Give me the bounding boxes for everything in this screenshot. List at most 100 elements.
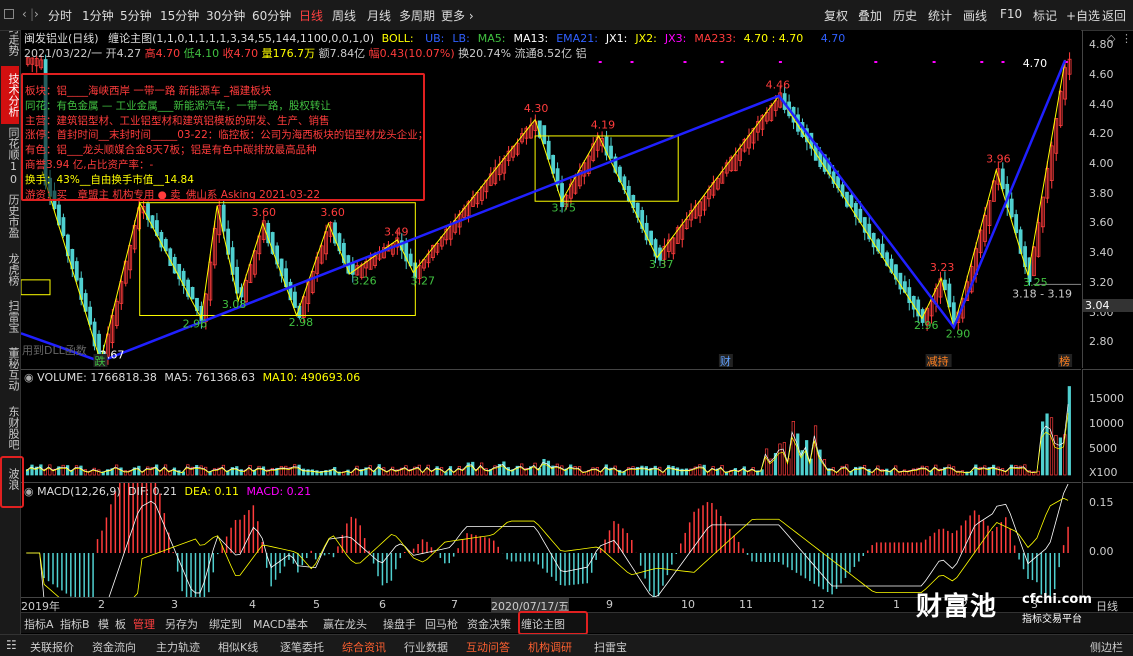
status-bar: ☷ 侧边栏 关联报价 资金流向 主力轨迹 相似K线 逐笔委托 综合资讯 行业数据 互动问答 机构… — [0, 634, 1133, 656]
y-tick: 4.60 — [1089, 68, 1114, 82]
y-tick: 15000 — [1089, 392, 1124, 405]
info-value: 商誉3.94 亿,占比资产率：- — [25, 158, 154, 171]
toolbar-right-0[interactable]: 复权 — [824, 7, 848, 24]
ma-item-4: EMA21: — [556, 32, 598, 45]
date-tick: 5 — [313, 598, 320, 611]
status-tab-3[interactable]: 相似K线 — [218, 639, 258, 655]
period-tab-6[interactable]: 日线 — [299, 7, 323, 24]
volume-bar — [1058, 437, 1063, 476]
indicator-tab-3[interactable]: 板 — [115, 616, 126, 632]
y-tick: 4.20 — [1089, 127, 1114, 141]
macd-chart[interactable] — [21, 483, 1081, 597]
ma-item-3: MA13: — [513, 32, 549, 45]
volume-bar — [293, 464, 297, 476]
volume-bar — [920, 465, 925, 476]
status-tab-1[interactable]: 资金流向 — [92, 639, 136, 655]
sidebar-toggle[interactable]: 侧边栏 — [1090, 639, 1123, 655]
macd-panel[interactable]: ◉ MACD(12,26,9) DIF: 0.21 DEA: 0.11 MACD… — [21, 482, 1081, 597]
indicator-tab-4[interactable]: 管理 — [133, 616, 155, 632]
left-tab-1[interactable]: 技术分析 — [1, 66, 20, 124]
info-value: 43%__自由换手市值__14.84 — [56, 173, 194, 186]
status-tab-7[interactable]: 互动问答 — [466, 639, 510, 655]
watermark-subtitle: 指标交易平台 — [1022, 614, 1082, 625]
pivot-label: 3.23 — [930, 261, 955, 274]
status-tab-9[interactable]: 扫雷宝 — [594, 639, 627, 655]
watermark-logo: 财富池 — [916, 592, 998, 622]
candle — [1009, 198, 1014, 218]
left-tab-6[interactable]: 董秘互动 — [1, 340, 20, 398]
indicator-name[interactable]: 缠论主图(1,1,0,1,1,1,1,3,34,55,144,1100,0,0,… — [108, 32, 374, 45]
toolbar-right-5[interactable]: F10 — [1000, 7, 1022, 21]
period-tab-5[interactable]: 60分钟 — [252, 7, 291, 24]
volume-toggle-icon[interactable]: ◉ — [24, 371, 34, 384]
period-tab-8[interactable]: 月线 — [367, 7, 391, 24]
left-tab-7[interactable]: 东财股吧 — [1, 400, 20, 456]
period-tab-2[interactable]: 5分钟 — [120, 7, 152, 24]
volume-bar — [533, 462, 537, 476]
status-tab-6[interactable]: 行业数据 — [404, 639, 448, 655]
indicator-tab-2[interactable]: 模 — [98, 616, 109, 632]
back-icon[interactable]: ‹ — [22, 7, 27, 21]
indicator-tab-10[interactable]: 回马枪 — [425, 616, 458, 632]
period-tab-3[interactable]: 15分钟 — [160, 7, 199, 24]
volume-panel[interactable]: ◉ VOLUME: 1766818.38 MA5: 761368.63 MA10… — [21, 369, 1081, 482]
indicator-tab-6[interactable]: 绑定到 — [209, 616, 242, 632]
quote-line: 2021/03/22/一 开4.27 高4.70 低4.10 收4.70 量17… — [24, 45, 587, 61]
period-tab-7[interactable]: 周线 — [332, 7, 356, 24]
status-tab-8[interactable]: 机构调研 — [528, 639, 572, 655]
indicator-tab-11[interactable]: 资金决策 — [467, 616, 511, 632]
indicator-tab-0[interactable]: 指标A — [24, 616, 54, 632]
status-tab-5[interactable]: 综合资讯 — [342, 639, 386, 655]
ma-item-8: MA233: — [694, 32, 737, 45]
period-tab-4[interactable]: 30分钟 — [206, 7, 245, 24]
toolbar-right-1[interactable]: 叠加 — [858, 7, 882, 24]
macd-toggle-icon[interactable]: ◉ — [24, 485, 34, 498]
volume-bar — [377, 464, 381, 476]
left-tab-4[interactable]: 龙虎榜 — [1, 246, 20, 292]
left-tab-3[interactable]: 历史市盈 — [1, 188, 20, 244]
status-tab-4[interactable]: 逐笔委托 — [280, 639, 324, 655]
quote-sector: 铝 — [575, 47, 587, 60]
forward-icon[interactable]: › — [34, 7, 39, 21]
status-tab-2[interactable]: 主力轨迹 — [156, 639, 200, 655]
info-key: 换手： — [25, 173, 57, 186]
toolbar-right-3[interactable]: 统计 — [928, 7, 952, 24]
range-label: 3.18 - 3.19 — [1012, 287, 1072, 300]
date-tick: 4 — [249, 598, 256, 611]
quote-turnover: 换20.74% — [458, 47, 512, 60]
indicator-tab-9[interactable]: 操盘手 — [383, 616, 416, 632]
indicator-tab-7[interactable]: MACD基本 — [253, 616, 308, 632]
left-tab-5[interactable]: 扫雷宝 — [1, 294, 20, 338]
volume-bar — [555, 463, 559, 476]
toolbar-right-8[interactable]: 返回 — [1102, 7, 1126, 24]
more-icon[interactable]: ⋮ — [1121, 32, 1132, 45]
grid-icon[interactable]: ☷ — [6, 638, 17, 652]
date-tick: 10 — [681, 598, 695, 611]
menu-icon[interactable] — [4, 9, 14, 19]
event-marker: 跌 — [95, 354, 106, 368]
toolbar-right-4[interactable]: 画线 — [963, 7, 987, 24]
toolbar-right-6[interactable]: 标记 — [1033, 7, 1057, 24]
volume-chart[interactable] — [21, 370, 1081, 482]
toolbar-right-2[interactable]: 历史 — [893, 7, 917, 24]
volume-bar — [404, 465, 408, 476]
period-tab-9[interactable]: 多周期 — [399, 7, 435, 24]
volume-title: VOLUME: 1766818.38 — [37, 371, 157, 384]
period-tab-0[interactable]: 分时 — [48, 7, 72, 24]
toolbar-right-7[interactable]: +自选 — [1066, 7, 1100, 24]
y-tick: 4.40 — [1089, 97, 1114, 111]
volume-bar — [631, 466, 635, 476]
highlight-box-wave — [0, 456, 24, 508]
period-tab-1[interactable]: 1分钟 — [82, 7, 114, 24]
left-tab-2[interactable]: 同花顺10 — [1, 126, 20, 186]
indicator-tab-8[interactable]: 赢在龙头 — [323, 616, 367, 632]
macd-header: ◉ MACD(12,26,9) DIF: 0.21 DEA: 0.11 MACD… — [24, 485, 311, 498]
volume-bar — [1049, 417, 1054, 476]
period-tab-10[interactable]: 更多 › — [441, 7, 474, 24]
indicator-tab-5[interactable]: 另存为 — [165, 616, 198, 632]
volume-bar — [796, 433, 800, 476]
quote-chg: 幅0.43(10.07%) — [368, 47, 455, 60]
volume-bar — [934, 464, 938, 476]
status-tab-0[interactable]: 关联报价 — [30, 639, 74, 655]
indicator-tab-1[interactable]: 指标B — [60, 616, 90, 632]
